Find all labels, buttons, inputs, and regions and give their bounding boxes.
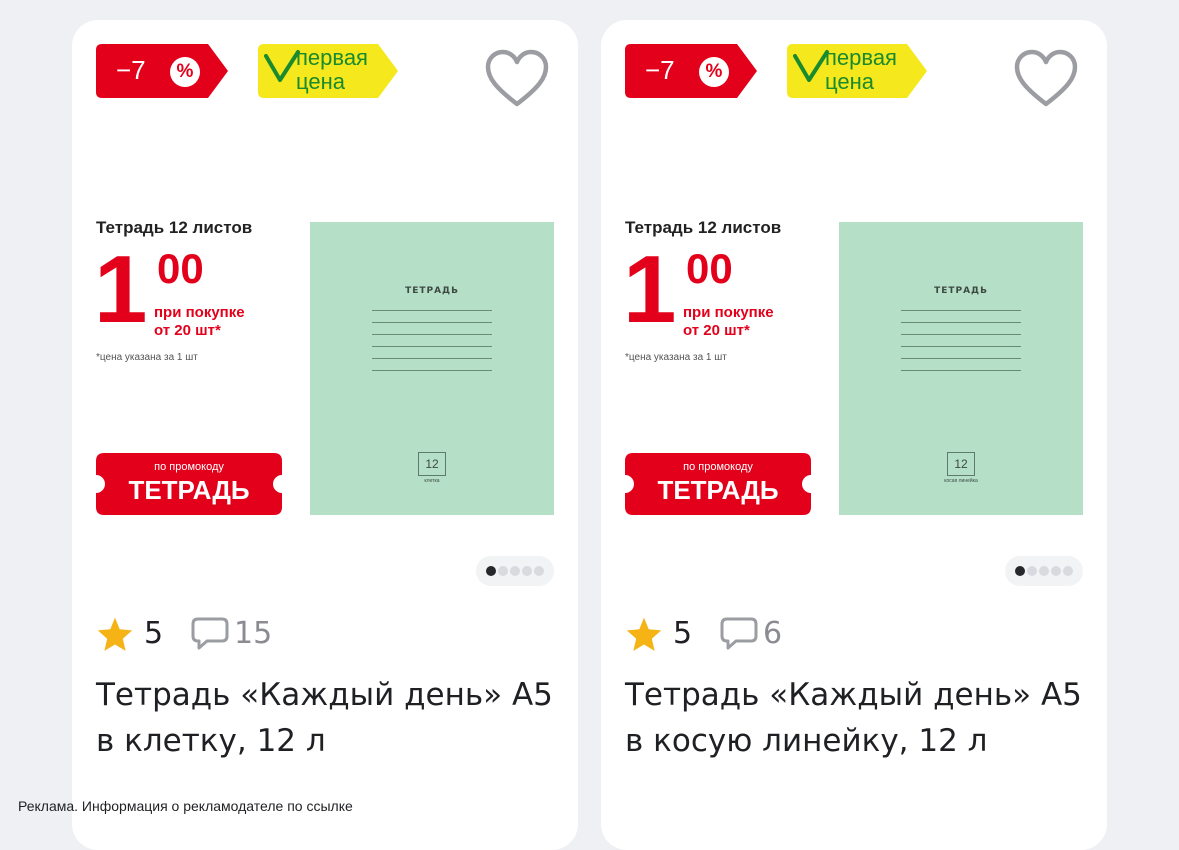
notebook-title: ТЕТРАДЬ [405,286,459,296]
notebook-line [901,346,1021,347]
banner-title: Тетрадь 12 листов [96,218,253,237]
badge-line2: цена [825,69,874,94]
product-title[interactable]: Тетрадь «Каждый день» А5 в клетку, 12 л [96,672,566,764]
pagination-dot[interactable] [1063,566,1073,576]
pagination-dot[interactable] [1039,566,1049,576]
pagination-dot[interactable] [1051,566,1061,576]
pagination-dot[interactable] [510,566,520,576]
review-count[interactable]: 6 [763,614,782,654]
pagination-dot[interactable] [498,566,508,576]
notebook-subtitle: косая линейка [944,478,978,484]
badge-line2: цена [296,69,345,94]
notebook-line [901,310,1021,311]
banner-price-cents: 00 [157,245,204,292]
rating-value: 5 [144,616,164,651]
badge-line1: первая [825,45,897,70]
percent-icon: % [170,57,200,87]
product-title[interactable]: Тетрадь «Каждый день» А5 в косую линейку… [625,672,1095,764]
image-pagination[interactable] [1005,556,1083,586]
notebook-subtitle: клетка [424,478,440,484]
banner-note: *цена указана за 1 шт [625,352,727,363]
product-image-banner[interactable]: Тетрадь 12 листов 1 00 при покупке от 20… [623,218,1083,515]
first-price-badge: первая цена [258,44,398,98]
coupon-code: ТЕТРАДЬ [128,475,250,505]
notebook-count: 12 [947,452,975,476]
banner-price-integer: 1 [94,236,148,343]
ad-disclaimer[interactable]: Реклама. Информация о рекламодателе по с… [18,798,353,814]
notebook-line [901,358,1021,359]
star-icon [626,617,662,651]
product-image-banner[interactable]: Тетрадь 12 листов 1 00 при покупке от 20… [94,218,554,515]
notebook-cover-image: ТЕТРАДЬ 12 клетка [310,222,554,515]
discount-badge: −7 % [96,44,228,98]
product-card[interactable]: −7 % первая цена Тетрадь 12 листов 1 00 … [601,20,1107,850]
product-card[interactable]: −7 % первая цена Тетрадь 12 листов 1 00 … [72,20,578,850]
notebook-count: 12 [418,452,446,476]
banner-note: *цена указана за 1 шт [96,352,198,363]
rating-value: 5 [673,616,693,651]
review-count[interactable]: 15 [234,614,272,654]
banner-promo-line1: при покупке [154,304,245,321]
notebook-line [372,334,492,335]
notebook-line [372,346,492,347]
banner-title: Тетрадь 12 листов [625,218,782,237]
coupon-caption: по промокоду [154,461,224,473]
discount-value: −7 [645,55,675,85]
banner-promo-line2: от 20 шт* [154,322,221,339]
banner-price-cents: 00 [686,245,733,292]
comment-icon[interactable] [719,616,759,652]
notebook-line [372,370,492,371]
notebook-cover-image: ТЕТРАДЬ 12 косая линейка [839,222,1083,515]
notebook-line [372,310,492,311]
pagination-dot[interactable] [522,566,532,576]
star-icon [97,617,133,651]
notebook-line [372,358,492,359]
heart-icon [485,49,549,107]
banner-price-integer: 1 [623,236,677,343]
favorite-button[interactable] [1013,48,1079,110]
first-price-badge: первая цена [787,44,927,98]
promo-coupon: по промокоду ТЕТРАДЬ [625,453,811,515]
notebook-line [372,322,492,323]
discount-value: −7 [116,55,146,85]
pagination-dot-active[interactable] [486,566,496,576]
coupon-caption: по промокоду [683,461,753,473]
notebook-line [901,370,1021,371]
discount-badge: −7 % [625,44,757,98]
pagination-dot[interactable] [1027,566,1037,576]
badge-line1: первая [296,45,368,70]
notebook-line [901,322,1021,323]
promo-coupon: по промокоду ТЕТРАДЬ [96,453,282,515]
coupon-code: ТЕТРАДЬ [657,475,779,505]
comment-icon[interactable] [190,616,230,652]
image-pagination[interactable] [476,556,554,586]
heart-icon [1014,49,1078,107]
banner-promo-line1: при покупке [683,304,774,321]
notebook-line [901,334,1021,335]
percent-icon: % [699,57,729,87]
favorite-button[interactable] [484,48,550,110]
banner-promo-line2: от 20 шт* [683,322,750,339]
pagination-dot[interactable] [534,566,544,576]
notebook-title: ТЕТРАДЬ [934,286,988,296]
pagination-dot-active[interactable] [1015,566,1025,576]
